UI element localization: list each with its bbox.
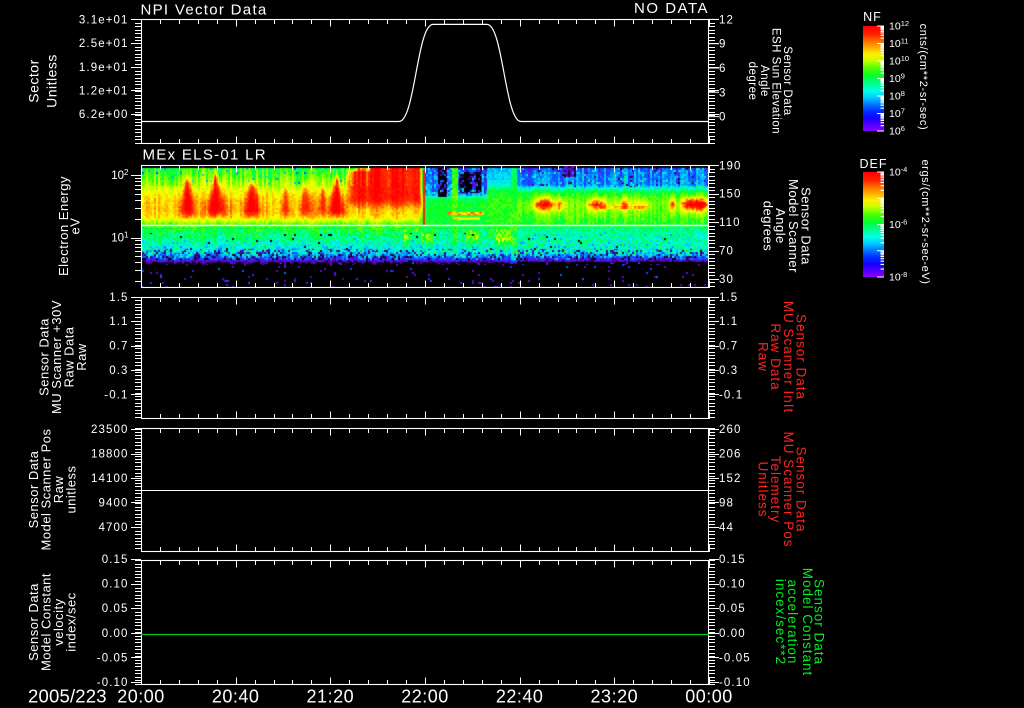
svg-text:1.1: 1.1 xyxy=(719,316,738,328)
svg-text:Unitless: Unitless xyxy=(755,461,770,517)
svg-text:12: 12 xyxy=(719,14,734,26)
svg-text:18800: 18800 xyxy=(91,449,128,461)
svg-text:1010: 1010 xyxy=(889,54,909,68)
svg-text:0.15: 0.15 xyxy=(719,554,746,566)
svg-text:22:40: 22:40 xyxy=(496,687,544,707)
svg-text:Raw: Raw xyxy=(74,343,89,371)
svg-text:4700: 4700 xyxy=(99,522,129,534)
svg-text:10-8: 10-8 xyxy=(889,270,907,284)
svg-text:6: 6 xyxy=(719,63,727,75)
svg-text:MEx ELS-01 LR: MEx ELS-01 LR xyxy=(143,147,267,164)
svg-text:108: 108 xyxy=(889,89,905,103)
svg-text:0.7: 0.7 xyxy=(719,341,738,353)
svg-text:190: 190 xyxy=(719,160,742,172)
svg-text:10-4: 10-4 xyxy=(889,165,907,179)
svg-text:9: 9 xyxy=(719,39,727,51)
svg-text:2.5e+01: 2.5e+01 xyxy=(79,38,129,50)
svg-text:DEF: DEF xyxy=(860,157,888,171)
svg-text:206: 206 xyxy=(719,449,742,461)
svg-text:1012: 1012 xyxy=(889,19,909,33)
svg-text:-0.05: -0.05 xyxy=(719,652,751,664)
svg-text:1.9e+01: 1.9e+01 xyxy=(79,62,129,74)
svg-text:1.5: 1.5 xyxy=(719,292,738,304)
svg-text:0.10: 0.10 xyxy=(719,579,746,591)
svg-text:107: 107 xyxy=(889,107,905,121)
svg-text:0.00: 0.00 xyxy=(719,628,746,640)
svg-text:Unitless: Unitless xyxy=(44,54,60,108)
svg-text:152: 152 xyxy=(719,473,742,485)
svg-text:23500: 23500 xyxy=(91,424,128,436)
svg-text:degree: degree xyxy=(746,62,758,101)
svg-text:ESH Sun Elevation: ESH Sun Elevation xyxy=(769,28,781,134)
svg-text:incex/sec**2: incex/sec**2 xyxy=(773,579,788,665)
svg-text:44: 44 xyxy=(719,522,734,534)
svg-text:cnts/(cm**2-sr-sec): cnts/(cm**2-sr-sec) xyxy=(917,24,929,131)
svg-text:index/sec: index/sec xyxy=(64,592,79,651)
svg-text:9400: 9400 xyxy=(99,498,129,510)
svg-text:110: 110 xyxy=(719,217,741,229)
svg-text:1.2e+01: 1.2e+01 xyxy=(79,86,129,98)
svg-text:eV: eV xyxy=(68,218,83,235)
svg-text:Sector: Sector xyxy=(26,59,42,102)
svg-text:0.3: 0.3 xyxy=(719,365,738,377)
svg-text:0.7: 0.7 xyxy=(109,341,128,353)
svg-text:Angle: Angle xyxy=(758,65,770,97)
svg-text:1.5: 1.5 xyxy=(109,292,128,304)
svg-text:00:00: 00:00 xyxy=(685,687,733,707)
svg-text:101: 101 xyxy=(111,231,129,245)
svg-text:0: 0 xyxy=(719,112,727,124)
svg-text:Sensor Data: Sensor Data xyxy=(781,46,793,116)
svg-text:10-6: 10-6 xyxy=(889,218,907,232)
svg-text:-0.05: -0.05 xyxy=(97,652,129,664)
svg-text:0.05: 0.05 xyxy=(102,603,129,615)
svg-text:ergs/(cm**2-sr-sec-eV): ergs/(cm**2-sr-sec-eV) xyxy=(919,159,931,284)
svg-text:150: 150 xyxy=(719,189,742,201)
svg-text:1.1: 1.1 xyxy=(109,316,128,328)
svg-text:-0.1: -0.1 xyxy=(104,389,128,401)
svg-text:1011: 1011 xyxy=(889,37,908,51)
svg-text:Raw: Raw xyxy=(755,342,770,372)
svg-text:98: 98 xyxy=(719,498,734,510)
svg-text:0.10: 0.10 xyxy=(102,579,129,591)
svg-text:14100: 14100 xyxy=(91,473,128,485)
svg-text:109: 109 xyxy=(889,72,905,86)
svg-text:21:20: 21:20 xyxy=(307,687,355,707)
svg-text:20:40: 20:40 xyxy=(212,687,260,707)
svg-text:0.00: 0.00 xyxy=(102,628,129,640)
svg-text:3: 3 xyxy=(719,87,727,99)
svg-text:0.3: 0.3 xyxy=(109,365,128,377)
svg-text:20:00: 20:00 xyxy=(117,687,165,707)
svg-text:NPI Vector Data: NPI Vector Data xyxy=(141,2,268,19)
svg-text:unitless: unitless xyxy=(64,465,79,513)
svg-text:degrees: degrees xyxy=(760,201,775,251)
svg-text:23:20: 23:20 xyxy=(591,687,639,707)
svg-text:70: 70 xyxy=(719,246,734,258)
svg-text:0.15: 0.15 xyxy=(102,554,129,566)
svg-text:102: 102 xyxy=(111,168,129,182)
svg-text:106: 106 xyxy=(889,124,905,138)
svg-text:260: 260 xyxy=(719,424,742,436)
svg-text:22:00: 22:00 xyxy=(401,687,449,707)
svg-text:Model Constant: Model Constant xyxy=(800,568,815,677)
svg-text:-0.1: -0.1 xyxy=(719,389,743,401)
svg-text:2005/223: 2005/223 xyxy=(28,686,107,707)
svg-text:0.05: 0.05 xyxy=(719,603,746,615)
svg-text:NO DATA: NO DATA xyxy=(634,0,709,17)
svg-text:6.2e+00: 6.2e+00 xyxy=(79,109,129,121)
svg-text:3.1e+01: 3.1e+01 xyxy=(79,14,129,26)
svg-text:30: 30 xyxy=(719,274,734,286)
svg-text:NF: NF xyxy=(863,10,882,24)
